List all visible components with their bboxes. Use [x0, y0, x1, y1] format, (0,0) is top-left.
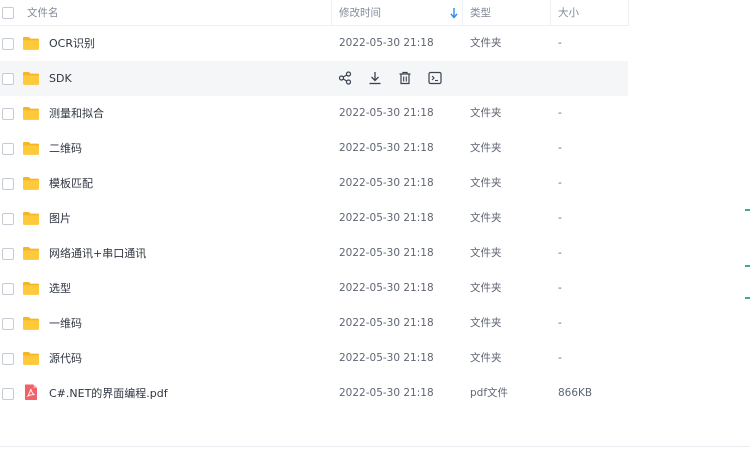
- file-type: 文件夹: [470, 282, 502, 294]
- file-size: -: [558, 142, 562, 154]
- folder-icon: [22, 350, 40, 366]
- column-divider: [628, 0, 629, 26]
- share-icon[interactable]: [337, 70, 353, 86]
- folder-row[interactable]: 测量和拟合 2022-05-30 21:18 文件夹 -: [0, 96, 628, 131]
- row-checkbox[interactable]: [2, 318, 14, 330]
- file-type: 文件夹: [470, 317, 502, 329]
- column-header-size[interactable]: 大小: [558, 0, 579, 26]
- file-type: 文件夹: [470, 107, 502, 119]
- folder-row[interactable]: 模板匹配 2022-05-30 21:18 文件夹 -: [0, 166, 628, 201]
- edge-mark: [745, 209, 750, 211]
- folder-row[interactable]: SDK: [0, 61, 628, 96]
- scroll-edge: [745, 0, 750, 449]
- file-name[interactable]: 二维码: [49, 131, 82, 166]
- column-divider: [331, 0, 332, 26]
- modified-time: 2022-05-30 21:18: [339, 177, 434, 189]
- row-checkbox[interactable]: [2, 178, 14, 190]
- folder-icon: [22, 35, 40, 51]
- file-type: 文件夹: [470, 142, 502, 154]
- column-divider: [462, 0, 463, 26]
- row-checkbox[interactable]: [2, 388, 14, 400]
- file-name[interactable]: SDK: [49, 61, 72, 96]
- folder-icon: [22, 280, 40, 296]
- file-size: -: [558, 247, 562, 259]
- modified-time: 2022-05-30 21:18: [339, 282, 434, 294]
- bottom-divider: [0, 446, 750, 447]
- file-type: pdf文件: [470, 387, 509, 399]
- file-row[interactable]: C#.NET的界面编程.pdf 2022-05-30 21:18 pdf文件 866K…: [0, 376, 628, 411]
- file-name[interactable]: OCR识别: [49, 26, 95, 61]
- modified-time: 2022-05-30 21:18: [339, 37, 434, 49]
- row-checkbox[interactable]: [2, 283, 14, 295]
- folder-icon: [22, 315, 40, 331]
- edge-mark: [745, 265, 750, 267]
- modified-time: 2022-05-30 21:18: [339, 352, 434, 364]
- row-checkbox[interactable]: [2, 108, 14, 120]
- modified-time: 2022-05-30 21:18: [339, 142, 434, 154]
- file-name[interactable]: 图片: [49, 201, 71, 236]
- column-header-time[interactable]: 修改时间: [339, 0, 381, 26]
- file-type: 文件夹: [470, 212, 502, 224]
- file-size: -: [558, 107, 562, 119]
- modified-time: 2022-05-30 21:18: [339, 247, 434, 259]
- row-checkbox[interactable]: [2, 38, 14, 50]
- row-checkbox[interactable]: [2, 213, 14, 225]
- column-header-name[interactable]: 文件名: [27, 0, 59, 26]
- arrow-down-icon[interactable]: [449, 6, 459, 20]
- folder-row[interactable]: 选型 2022-05-30 21:18 文件夹 -: [0, 271, 628, 306]
- folder-icon: [22, 175, 40, 191]
- file-name[interactable]: C#.NET的界面编程.pdf: [49, 376, 168, 411]
- folder-row[interactable]: 源代码 2022-05-30 21:18 文件夹 -: [0, 341, 628, 376]
- file-type: 文件夹: [470, 247, 502, 259]
- modified-time: 2022-05-30 21:18: [339, 212, 434, 224]
- file-name[interactable]: 测量和拟合: [49, 96, 104, 131]
- folder-icon: [22, 70, 40, 86]
- download-icon[interactable]: [367, 70, 383, 86]
- folder-row[interactable]: OCR识别 2022-05-30 21:18 文件夹 -: [0, 26, 628, 61]
- delete-icon[interactable]: [397, 70, 413, 86]
- pdf-icon: [22, 384, 40, 401]
- row-checkbox[interactable]: [2, 353, 14, 365]
- file-size: -: [558, 317, 562, 329]
- file-name[interactable]: 模板匹配: [49, 166, 93, 201]
- file-size: 866KB: [558, 387, 593, 399]
- file-size: -: [558, 282, 562, 294]
- file-type: 文件夹: [470, 352, 502, 364]
- column-divider: [550, 0, 551, 26]
- folder-icon: [22, 210, 40, 226]
- folder-row[interactable]: 二维码 2022-05-30 21:18 文件夹 -: [0, 131, 628, 166]
- file-name[interactable]: 选型: [49, 271, 71, 306]
- rename-icon[interactable]: [427, 70, 443, 86]
- row-checkbox[interactable]: [2, 73, 14, 85]
- file-name[interactable]: 一维码: [49, 306, 82, 341]
- folder-icon: [22, 105, 40, 121]
- edge-mark: [745, 297, 750, 299]
- file-size: -: [558, 352, 562, 364]
- file-type: 文件夹: [470, 37, 502, 49]
- folder-icon: [22, 245, 40, 261]
- modified-time: 2022-05-30 21:18: [339, 387, 434, 399]
- modified-time: 2022-05-30 21:18: [339, 317, 434, 329]
- file-name[interactable]: 网络通讯+串口通讯: [49, 236, 146, 271]
- row-checkbox[interactable]: [2, 143, 14, 155]
- modified-time: 2022-05-30 21:18: [339, 107, 434, 119]
- folder-row[interactable]: 网络通讯+串口通讯 2022-05-30 21:18 文件夹 -: [0, 236, 628, 271]
- folder-row[interactable]: 一维码 2022-05-30 21:18 文件夹 -: [0, 306, 628, 341]
- select-all-checkbox[interactable]: [2, 7, 14, 19]
- file-type: 文件夹: [470, 177, 502, 189]
- file-size: -: [558, 37, 562, 49]
- file-size: -: [558, 212, 562, 224]
- file-size: -: [558, 177, 562, 189]
- row-checkbox[interactable]: [2, 248, 14, 260]
- column-header-type[interactable]: 类型: [470, 0, 491, 26]
- file-name[interactable]: 源代码: [49, 341, 82, 376]
- folder-icon: [22, 140, 40, 156]
- folder-row[interactable]: 图片 2022-05-30 21:18 文件夹 -: [0, 201, 628, 236]
- file-list-header: 文件名 修改时间 类型 大小: [0, 0, 750, 26]
